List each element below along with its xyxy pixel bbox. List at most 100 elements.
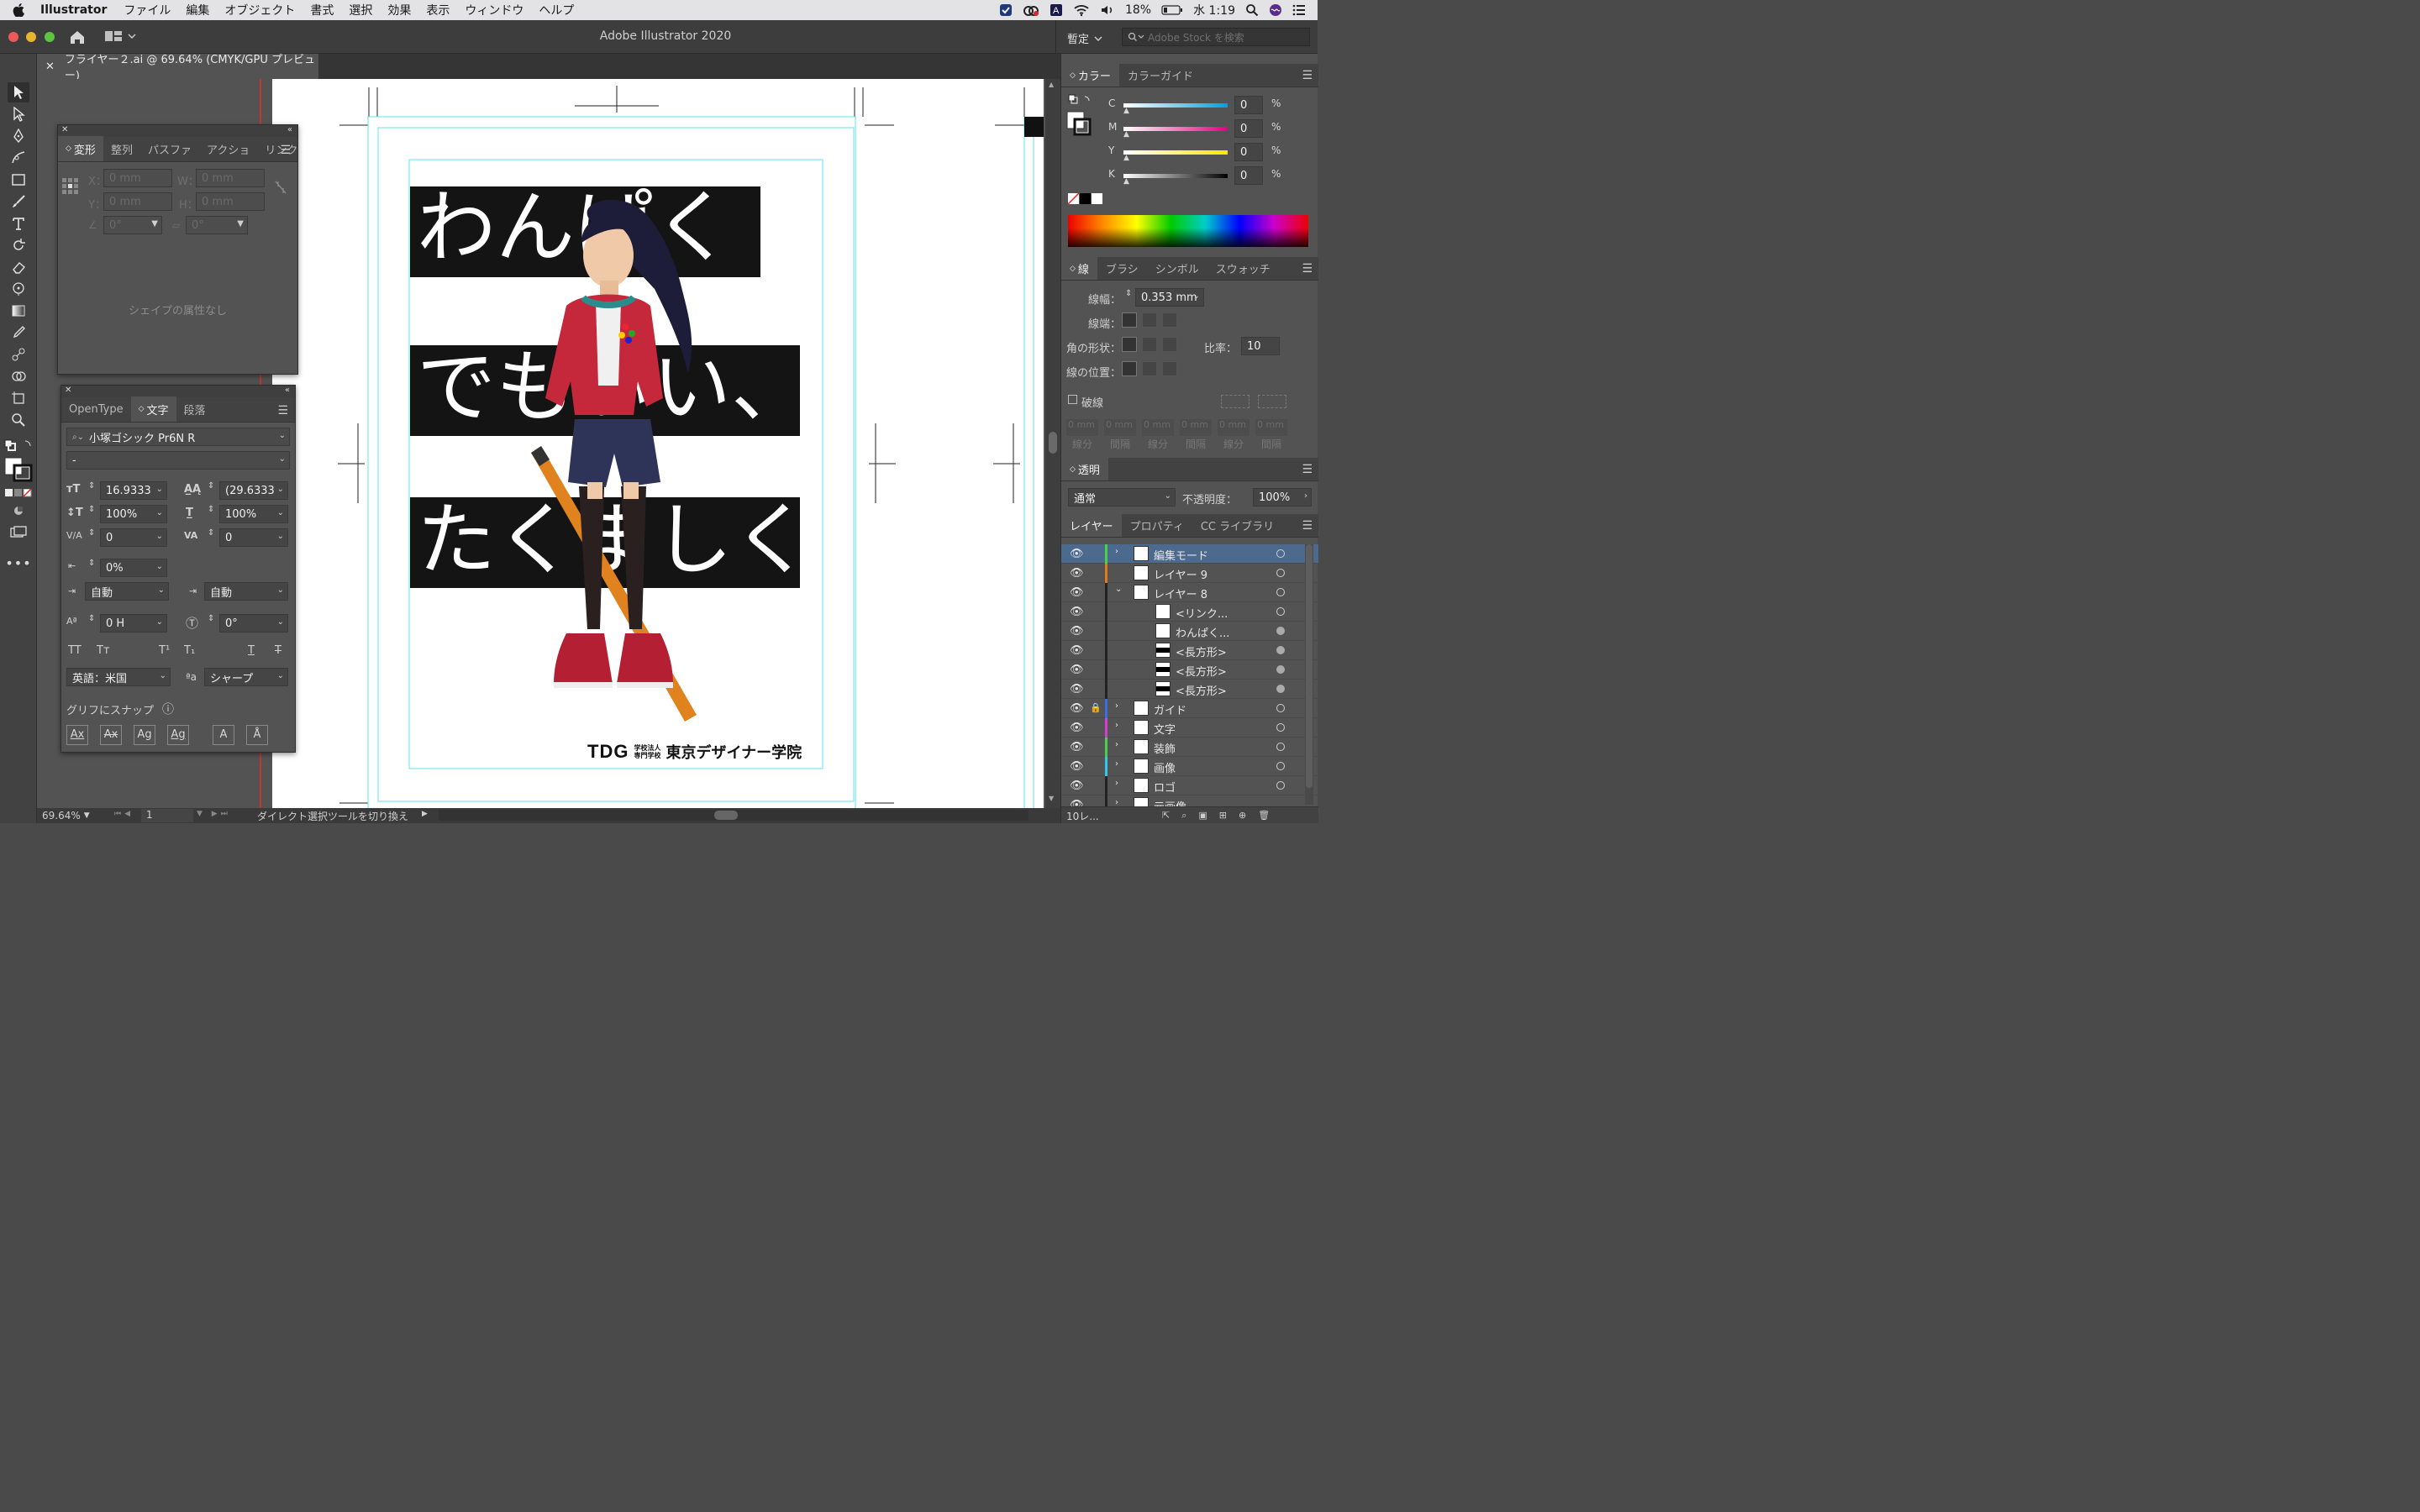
layer-row[interactable]: 👁 <長方形>	[1061, 660, 1318, 680]
document-tab[interactable]: ✕ フライヤー２.ai @ 69.64% (CMYK/GPU プレビュー)	[37, 54, 318, 82]
minimize-window-button[interactable]	[26, 32, 36, 42]
target-circle-icon[interactable]	[1276, 743, 1285, 751]
layer-name[interactable]: <長方形>	[1176, 682, 1227, 698]
layers-scrollbar[interactable]	[1305, 544, 1313, 805]
color-fill-stroke-swatch[interactable]	[1066, 111, 1092, 136]
stepper-icon[interactable]: ⇕	[1125, 289, 1132, 298]
tab-color-guide[interactable]: カラーガイド	[1119, 64, 1202, 87]
checkmark-app-icon[interactable]	[999, 3, 1013, 17]
layer-row[interactable]: 👁 › 装飾	[1061, 738, 1318, 757]
panel-menu-icon[interactable]: ☰	[1302, 519, 1313, 533]
wifi-icon[interactable]	[1073, 3, 1090, 17]
color-spectrum[interactable]	[1068, 215, 1308, 247]
color-mode-buttons[interactable]	[5, 489, 32, 497]
kerning-field[interactable]: 0 ⌄	[100, 528, 167, 547]
snap-proximity-icon[interactable]: Ag	[167, 725, 189, 745]
type-tool-icon[interactable]	[8, 213, 29, 234]
close-panel-icon[interactable]: ✕	[61, 125, 68, 134]
make-clipping-mask-icon[interactable]: ▣	[1198, 810, 1207, 822]
stroke-weight-field[interactable]: 0.353 mm ⌄	[1135, 288, 1204, 307]
eyedropper-tool-icon[interactable]	[8, 323, 29, 343]
horizontal-scroll-thumb[interactable]	[714, 811, 738, 820]
layers-scroll-thumb[interactable]	[1306, 544, 1313, 788]
chevron-right-icon[interactable]: ›	[1115, 721, 1118, 730]
c-slider[interactable]	[1123, 103, 1228, 108]
dash-field-1[interactable]: 0 mm	[1066, 419, 1098, 436]
layer-name[interactable]: 文字	[1154, 721, 1176, 737]
round-cap-icon[interactable]	[1142, 312, 1157, 328]
artboard-number-field[interactable]: 1	[141, 809, 193, 822]
layer-row[interactable]: 👁 <リンク...	[1061, 602, 1318, 622]
lock-icon[interactable]: 🔒	[1090, 702, 1102, 713]
miter-join-icon[interactable]	[1122, 337, 1137, 352]
target-circle-icon[interactable]	[1276, 723, 1285, 732]
target-circle-icon[interactable]	[1276, 762, 1285, 770]
aki-right-select[interactable]: 自動 ⌄	[204, 582, 288, 601]
chevron-right-icon[interactable]: ›	[1115, 759, 1118, 769]
vertical-scrollbar[interactable]: ▲ ▼	[1045, 79, 1060, 808]
eraser-tool-icon[interactable]	[8, 257, 29, 277]
shape-builder-tool-icon[interactable]	[8, 366, 29, 386]
layer-row[interactable]: 👁 わんぱく...	[1061, 622, 1318, 641]
font-family-select[interactable]: ⌕⌄ 小塚ゴシック Pr6N R ⌄	[66, 428, 290, 446]
k-slider[interactable]	[1123, 174, 1228, 178]
notification-center-icon[interactable]	[1292, 4, 1306, 16]
status-menu-icon[interactable]: ▶	[422, 810, 428, 818]
horizontal-scrollbar[interactable]	[439, 810, 1028, 821]
school-logo[interactable]: TDG 学校法人 専門学校 東京デザイナー学院	[587, 741, 802, 763]
tab-cc-libraries[interactable]: CC ライブラリ	[1192, 514, 1282, 537]
layer-row[interactable]: 👁 🔒 › ガイド	[1061, 699, 1318, 718]
menu-view[interactable]: 表示	[418, 2, 457, 18]
stepper-icon[interactable]: ⇕	[88, 481, 95, 491]
chevron-right-icon[interactable]: ›	[1115, 798, 1118, 806]
eye-icon[interactable]: 👁	[1070, 702, 1084, 715]
stepper-icon[interactable]: ⇕	[88, 528, 95, 538]
stepper-icon[interactable]: ⇕	[208, 505, 214, 514]
locate-object-icon[interactable]: ⌕	[1181, 810, 1186, 822]
layer-name[interactable]: レイヤー 8	[1154, 585, 1207, 601]
stepper-icon[interactable]: ⇕	[208, 481, 214, 491]
layer-name[interactable]: 編集モード	[1154, 547, 1208, 563]
selection-tool-icon[interactable]	[8, 82, 29, 102]
eye-icon[interactable]: 👁	[1070, 586, 1084, 599]
artboard-tool-icon[interactable]	[8, 388, 29, 408]
eye-icon[interactable]: 👁	[1070, 741, 1084, 753]
spotlight-search-icon[interactable]	[1245, 3, 1259, 17]
x-field[interactable]: 0 mm	[103, 169, 172, 187]
eye-icon[interactable]: 👁	[1070, 760, 1084, 773]
leading-field[interactable]: (29.6333 ⌄	[219, 481, 288, 500]
eye-icon[interactable]: 👁	[1070, 664, 1084, 676]
pen-tool-icon[interactable]	[8, 126, 29, 146]
zoom-tool-icon[interactable]	[8, 410, 29, 430]
dash-preserve-icon[interactable]	[1221, 395, 1249, 408]
tab-stroke[interactable]: ◇ 線	[1061, 257, 1097, 280]
layer-row[interactable]: 👁 レイヤー 9	[1061, 564, 1318, 583]
subscript-button[interactable]: T₁	[184, 644, 195, 657]
projecting-cap-icon[interactable]	[1162, 312, 1177, 328]
snap-xheight-icon[interactable]: Ax	[100, 725, 122, 745]
chevron-down-icon[interactable]: ⌄	[1115, 585, 1122, 594]
dash-field-2[interactable]: 0 mm	[1142, 419, 1174, 436]
limit-field[interactable]: 10	[1241, 337, 1280, 355]
layer-name[interactable]: 画像	[1154, 759, 1176, 775]
vertical-scroll-thumb[interactable]	[1049, 432, 1057, 454]
chevron-right-icon[interactable]: ›	[1115, 701, 1118, 711]
arrange-documents-button[interactable]	[104, 29, 136, 43]
menu-edit[interactable]: 編集	[178, 2, 217, 18]
layer-name[interactable]: わんぱく...	[1176, 624, 1229, 640]
c-field[interactable]: 0	[1234, 96, 1263, 114]
constrain-proportions-icon[interactable]	[273, 179, 288, 196]
reference-point-icon[interactable]	[61, 177, 80, 196]
gap-field-2[interactable]: 0 mm	[1180, 419, 1212, 436]
default-colors-icon[interactable]	[1068, 94, 1093, 106]
target-circle-icon[interactable]	[1276, 627, 1285, 635]
creative-cloud-icon[interactable]	[1023, 3, 1039, 17]
horizontal-scale-field[interactable]: 100% ⌄	[219, 505, 288, 523]
target-circle-icon[interactable]	[1276, 685, 1285, 693]
tab-paragraph[interactable]: 段落	[176, 396, 213, 422]
w-field[interactable]: 0 mm	[196, 169, 265, 187]
zoom-select[interactable]: 69.64% ▼	[42, 809, 104, 822]
new-sublayer-icon[interactable]: ⊞	[1219, 810, 1227, 822]
panel-menu-icon[interactable]: ☰	[1302, 262, 1313, 276]
menu-type[interactable]: 書式	[302, 2, 341, 18]
